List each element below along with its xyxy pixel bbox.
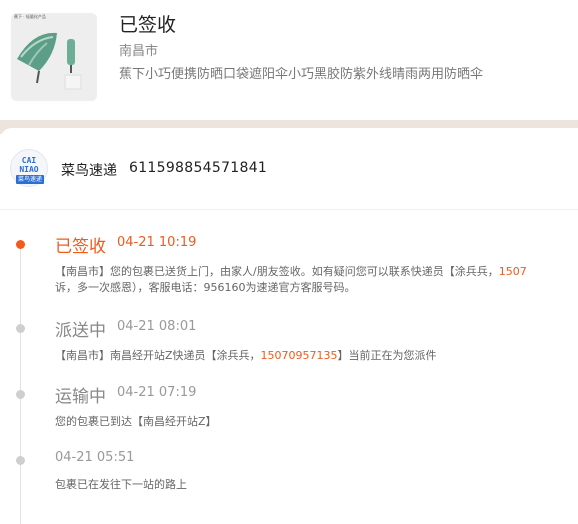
logo-subtext: 菜鸟速递 <box>16 175 44 184</box>
event-description: 【南昌市】南昌经开站Z快递员【涂兵兵，15070957135】当前正在为您派件 <box>55 348 437 364</box>
event-time: 04-21 08:01 <box>117 319 197 334</box>
product-thumbnail[interactable]: 蕉下 · 轻量化产品 <box>11 13 97 101</box>
courier-phone-link[interactable]: 15070957135 <box>261 349 338 362</box>
timeline-dot <box>16 390 25 399</box>
event-status: 派送中 <box>55 321 106 341</box>
courier-name: 菜鸟速递 <box>61 163 117 179</box>
event-status: 运输中 <box>55 387 106 407</box>
event-status: 已签收 <box>55 237 106 257</box>
event-time: 04-21 10:19 <box>117 235 197 250</box>
event-desc-text: 】当前正在为您派件 <box>337 349 437 362</box>
logo-wordmark: CAI NIAO <box>19 156 39 174</box>
courier-phone-link[interactable]: 1507 <box>499 265 527 278</box>
delivery-city: 南昌市 <box>119 44 159 59</box>
timeline-dot <box>16 324 25 333</box>
event-description: 您的包裹已到达【南昌经开站Z】 <box>55 415 217 428</box>
event-desc-text: 【南昌市】您的包裹已送货上门，由家人/朋友签收。如有疑问您可以联系快递员【涂兵兵… <box>55 265 499 278</box>
timeline-line <box>20 244 21 524</box>
delivery-status-title: 已签收 <box>119 14 177 36</box>
timeline-dot <box>16 456 25 465</box>
product-title[interactable]: 蕉下小巧便携防晒口袋遮阳伞小巧黑胶防紫外线晴雨两用防晒伞 <box>119 63 483 82</box>
timeline-dot-active <box>16 240 25 249</box>
umbrella-image-icon <box>11 13 97 101</box>
product-card[interactable]: 蕉下 · 轻量化产品 已签收 南昌市 蕉下小巧便携防晒口袋遮阳伞小巧黑胶防紫外线… <box>0 0 578 120</box>
tracking-card: CAI NIAO 菜鸟速递 菜鸟速递 611598854571841 已签收 0… <box>0 128 578 524</box>
event-description-line2: 诉，多一次感恩），客服电话：956160为速递官方客服号码。 <box>55 281 356 294</box>
event-time: 04-21 05:51 <box>55 450 135 465</box>
thumbnail-caption: 蕉下 · 轻量化产品 <box>14 14 46 19</box>
event-desc-text: 【南昌市】南昌经开站Z快递员【涂兵兵， <box>55 349 261 362</box>
tracking-number[interactable]: 611598854571841 <box>129 160 267 176</box>
event-time: 04-21 07:19 <box>117 385 197 400</box>
courier-row[interactable]: CAI NIAO 菜鸟速递 菜鸟速递 611598854571841 <box>0 128 578 210</box>
cainiao-logo-icon: CAI NIAO 菜鸟速递 <box>10 149 48 187</box>
event-description: 包裹已在发往下一站的路上 <box>55 478 187 491</box>
tracking-timeline: 已签收 04-21 10:19 【南昌市】您的包裹已送货上门，由家人/朋友签收。… <box>0 210 578 524</box>
event-description: 【南昌市】您的包裹已送货上门，由家人/朋友签收。如有疑问您可以联系快递员【涂兵兵… <box>55 264 527 280</box>
